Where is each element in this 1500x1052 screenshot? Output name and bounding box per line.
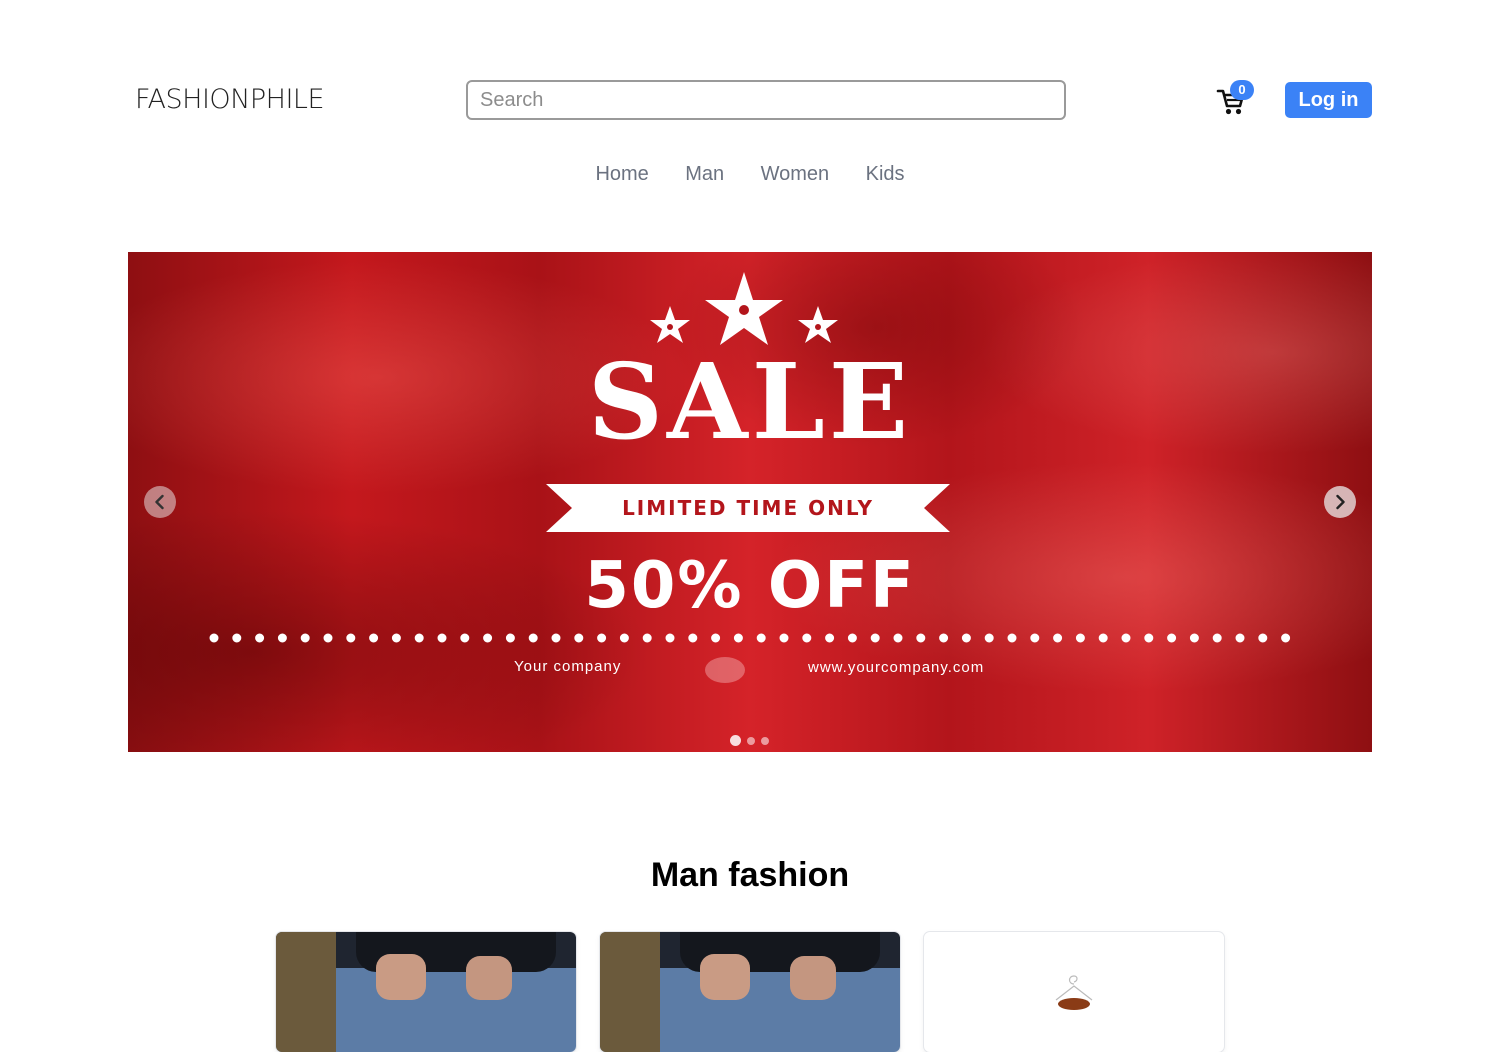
carousel-prev-button[interactable] [144,486,176,518]
nav-item-man[interactable]: Man [685,160,724,188]
product-card[interactable] [600,932,900,1052]
company-name: Your company [514,658,622,675]
main-nav: Home Man Women Kids [0,160,1500,188]
company-website: www.yourcompany.com [808,659,985,676]
chevron-left-icon [155,494,164,510]
product-image [276,932,576,1052]
chevron-right-icon [1336,494,1345,510]
carousel-indicator-2[interactable] [747,736,755,745]
cart-count-badge: 0 [1230,80,1254,100]
cart-button[interactable]: 0 [1216,80,1254,116]
sale-banner-carousel: SALE LIMITED TIME ONLY 50% OFF Your comp… [128,252,1372,752]
login-button[interactable]: Log in [1285,82,1372,118]
sale-headline: SALE [587,340,913,463]
carousel-indicator-1[interactable] [730,735,741,747]
nav-item-women[interactable]: Women [761,160,830,188]
offer-text: 50% OFF [584,549,916,623]
product-image [1055,975,1093,1010]
carousel-indicators [730,732,775,747]
brand-logo[interactable]: FASHIONPHILE [135,84,325,115]
ribbon-text: LIMITED TIME ONLY [622,496,874,520]
product-image [600,932,900,1052]
search-input[interactable] [466,80,1066,120]
banner-blob [705,657,745,683]
section-title: Man fashion [650,856,850,894]
carousel-next-button[interactable] [1324,486,1356,518]
nav-item-home[interactable]: Home [595,160,648,188]
product-card[interactable] [924,932,1224,1052]
dotted-divider [209,633,1302,643]
product-card[interactable] [276,932,576,1052]
nav-item-kids[interactable]: Kids [866,160,905,188]
carousel-indicator-3[interactable] [761,736,769,745]
stars-decoration [650,272,838,345]
